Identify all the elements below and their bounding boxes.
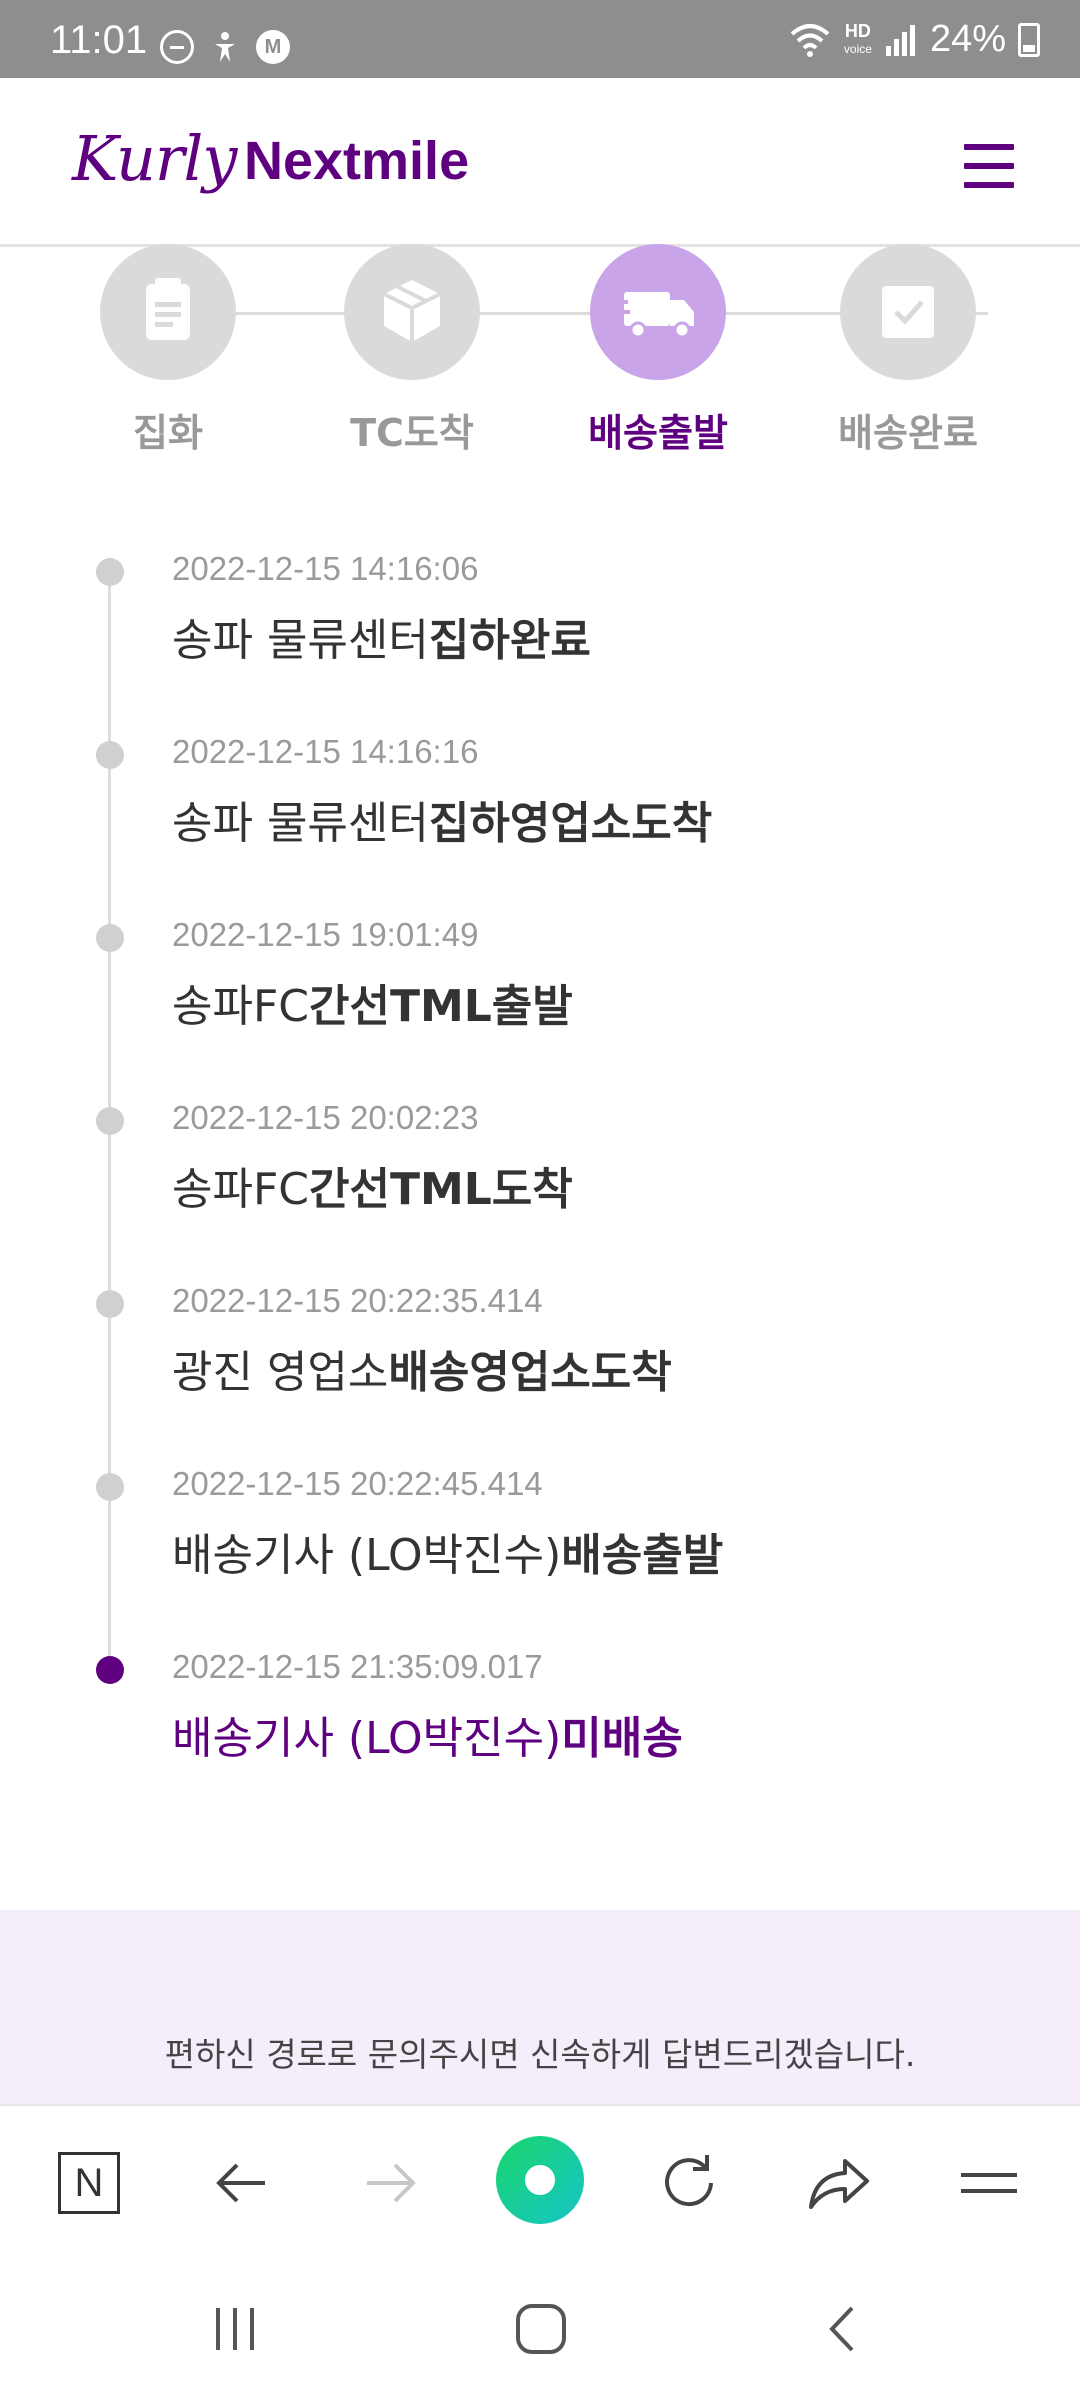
recent-apps-icon[interactable] <box>210 2304 260 2354</box>
step-label: 집화 <box>133 411 203 455</box>
truck-icon <box>590 244 726 380</box>
browser-toolbar: N <box>0 2104 1080 2260</box>
app-header: Kurly Nextmile <box>0 78 1080 247</box>
timeline-text: 배송기사 (LO박진수)배송출발 <box>172 1530 724 1581</box>
logo-nextmile: Nextmile <box>244 131 470 191</box>
timeline-dot <box>96 924 124 952</box>
timeline-text: 배송기사 (LO박진수)미배송 <box>172 1713 683 1764</box>
status-time: 11:01 <box>50 18 148 62</box>
timeline-dot <box>96 741 124 769</box>
timeline-text: 송파FC간선TML도착 <box>172 1164 573 1215</box>
step-label: 배송완료 <box>838 411 978 455</box>
timeline-text: 광진 영업소배송영업소도착 <box>172 1347 672 1398</box>
forward-button[interactable] <box>356 2148 426 2218</box>
hd-voice-icon: HD voice <box>843 20 872 56</box>
forward-arrow-icon <box>367 2163 416 2203</box>
browser-menu-button[interactable] <box>954 2148 1024 2218</box>
home-icon[interactable] <box>514 2302 568 2356</box>
green-dot-button[interactable] <box>496 2136 584 2224</box>
battery-percent: 24% <box>929 18 1006 60</box>
hamburger-menu-icon[interactable] <box>964 144 1014 188</box>
step-label: TC도착 <box>350 411 474 455</box>
timeline-text: 송파 물류센터집하영업소도착 <box>172 798 713 849</box>
timeline-time: 2022-12-15 14:16:06 <box>172 550 479 587</box>
status-bar: 11:01 M HD voice 24% <box>0 0 1080 78</box>
contact-info-text: 편하신 경로로 문의주시면 신속하게 답변드리겠습니다. <box>164 2035 916 2074</box>
timeline-time: 2022-12-15 20:22:35.414 <box>172 1282 543 1319</box>
naver-n-icon: N <box>58 2152 120 2214</box>
timeline-dot-current <box>96 1656 124 1684</box>
accessibility-icon <box>215 32 235 62</box>
contact-info-box: 편하신 경로로 문의주시면 신속하게 답변드리겠습니다. <box>0 1910 1080 2104</box>
timeline-time: 2022-12-15 14:16:16 <box>172 733 479 770</box>
logo-kurly: Kurly <box>72 122 237 195</box>
timeline-time: 2022-12-15 20:22:45.414 <box>172 1465 543 1502</box>
clipboard-icon <box>100 244 236 380</box>
back-button[interactable] <box>206 2148 276 2218</box>
step-label: 배송출발 <box>588 411 728 455</box>
timeline-time: 2022-12-15 20:02:23 <box>172 1099 479 1136</box>
do-not-disturb-icon <box>160 30 194 64</box>
back-nav-icon[interactable] <box>822 2304 862 2354</box>
timeline-dot <box>96 1107 124 1135</box>
battery-icon <box>1018 22 1040 57</box>
system-nav-bar <box>0 2258 1080 2400</box>
timeline-dot <box>96 1290 124 1318</box>
signal-icon <box>885 24 915 56</box>
timeline-time: 2022-12-15 19:01:49 <box>172 916 479 953</box>
check-icon <box>840 244 976 380</box>
box-icon <box>344 244 480 380</box>
timeline-dot <box>96 558 124 586</box>
timeline-dot <box>96 1473 124 1501</box>
step-pickup: 집화 <box>68 244 268 457</box>
menu-lines-icon <box>961 2173 1017 2193</box>
step-tc-arrival: TC도착 <box>312 244 512 457</box>
refresh-button[interactable] <box>654 2148 724 2218</box>
naver-home-button[interactable]: N <box>54 2148 124 2218</box>
share-button[interactable] <box>804 2148 874 2218</box>
step-delivered: 배송완료 <box>808 244 1008 457</box>
share-arrow-icon <box>809 2159 869 2209</box>
timeline-text: 송파FC간선TML출발 <box>172 981 573 1032</box>
timeline-text: 송파 물류센터집하완료 <box>172 615 591 666</box>
refresh-icon <box>665 2155 713 2207</box>
timeline-time: 2022-12-15 21:35:09.017 <box>172 1648 543 1685</box>
delivery-progress-steps: 집화 TC도착 배송출발 배송완료 <box>0 244 1080 476</box>
step-out-for-delivery: 배송출발 <box>558 244 758 457</box>
wifi-icon <box>790 23 830 57</box>
back-arrow-icon <box>216 2163 265 2203</box>
m-notification-icon: M <box>256 30 290 64</box>
